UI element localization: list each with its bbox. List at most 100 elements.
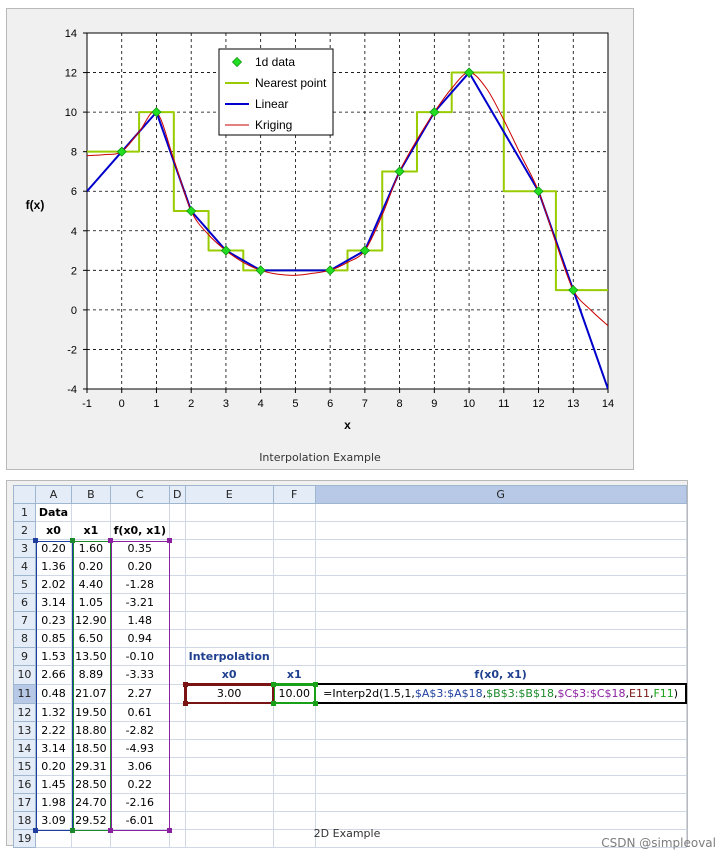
cell-B12[interactable]: 19.50 — [71, 702, 111, 722]
cell-G12[interactable] — [314, 702, 687, 722]
cell-G9[interactable] — [314, 647, 687, 666]
row-header-11[interactable]: 11 — [13, 683, 36, 704]
row-header-15[interactable]: 15 — [13, 757, 36, 776]
row-header-17[interactable]: 17 — [13, 793, 36, 812]
cell-F15[interactable] — [272, 757, 316, 776]
cell-E11[interactable]: 3.00 — [184, 683, 275, 704]
cell-A6[interactable]: 3.14 — [34, 593, 73, 612]
cell-F7[interactable] — [272, 611, 316, 630]
cell-A13[interactable]: 2.22 — [34, 721, 73, 740]
cell-D9[interactable] — [168, 647, 186, 666]
row-header-6[interactable]: 6 — [13, 593, 36, 612]
row-header-10[interactable]: 10 — [13, 665, 36, 685]
cell-B10[interactable]: 8.89 — [71, 665, 111, 685]
cell-E6[interactable] — [184, 593, 274, 612]
cell-B6[interactable]: 1.05 — [71, 593, 111, 612]
cell-E13[interactable] — [184, 721, 274, 740]
cell-F3[interactable] — [272, 539, 316, 558]
cell-G5[interactable] — [314, 575, 687, 594]
cell-C14[interactable]: -4.93 — [109, 739, 170, 758]
cell-D7[interactable] — [168, 611, 186, 630]
cell-F14[interactable] — [272, 739, 316, 758]
cell-G17[interactable] — [314, 793, 687, 812]
cell-C11[interactable]: 2.27 — [109, 683, 170, 704]
range-outline-a-handle[interactable] — [33, 827, 39, 833]
row-header-2[interactable]: 2 — [13, 521, 36, 540]
cell-C3[interactable]: 0.35 — [109, 539, 170, 558]
column-header-E[interactable]: E — [184, 485, 274, 504]
cell-F12[interactable] — [272, 702, 316, 722]
cell-G1[interactable] — [314, 503, 687, 522]
cell-A11[interactable]: 0.48 — [34, 683, 73, 704]
cell-A2[interactable]: x0 — [34, 521, 73, 540]
cell-F2[interactable] — [272, 521, 316, 540]
cell-D15[interactable] — [168, 757, 186, 776]
column-header-B[interactable]: B — [71, 485, 111, 504]
cell-F10[interactable]: x1 — [272, 665, 316, 685]
row-header-1[interactable]: 1 — [13, 503, 36, 522]
cell-C12[interactable]: 0.61 — [109, 702, 170, 722]
ref-outline-e11-handle[interactable] — [183, 701, 189, 706]
cell-A17[interactable]: 1.98 — [34, 793, 73, 812]
cell-B17[interactable]: 24.70 — [71, 793, 111, 812]
cell-F1[interactable] — [272, 503, 316, 522]
cell-C2[interactable]: f(x0, x1) — [109, 521, 170, 540]
cell-G3[interactable] — [314, 539, 687, 558]
cell-E4[interactable] — [184, 557, 274, 576]
cell-E17[interactable] — [184, 793, 274, 812]
cell-G4[interactable] — [314, 557, 687, 576]
cell-B5[interactable]: 4.40 — [71, 575, 111, 594]
range-outline-c-handle[interactable] — [108, 537, 114, 543]
cell-D13[interactable] — [168, 721, 186, 740]
cell-G11[interactable]: =Interp2d(1.5,1,$A$3:$A$18,$B$3:$B$18,$C… — [314, 683, 687, 704]
cell-D1[interactable] — [168, 503, 186, 522]
ref-outline-f11-handle[interactable] — [271, 701, 277, 706]
cell-E2[interactable] — [184, 521, 274, 540]
cell-C4[interactable]: 0.20 — [109, 557, 170, 576]
cell-A3[interactable]: 0.20 — [34, 539, 73, 558]
cell-B16[interactable]: 28.50 — [71, 775, 111, 794]
cell-G10[interactable]: f(x0, x1) — [314, 665, 687, 685]
cell-B15[interactable]: 29.31 — [71, 757, 111, 776]
range-outline-c-handle[interactable] — [167, 537, 173, 543]
cell-D16[interactable] — [168, 775, 186, 794]
ref-outline-e11-handle[interactable] — [183, 682, 189, 687]
cell-D8[interactable] — [168, 629, 186, 648]
column-header-C[interactable]: C — [109, 485, 170, 504]
cell-A1[interactable]: Data — [34, 503, 73, 522]
cell-F13[interactable] — [272, 721, 316, 740]
ref-outline-f11-handle[interactable] — [313, 682, 319, 687]
row-header-3[interactable]: 3 — [13, 539, 36, 558]
range-outline-b-handle[interactable] — [69, 537, 75, 543]
ref-outline-f11-handle[interactable] — [271, 682, 277, 687]
row-header-9[interactable]: 9 — [13, 647, 36, 666]
cell-E14[interactable] — [184, 739, 274, 758]
cell-C5[interactable]: -1.28 — [109, 575, 170, 594]
row-header-13[interactable]: 13 — [13, 721, 36, 740]
cell-G7[interactable] — [314, 611, 687, 630]
cell-B11[interactable]: 21.07 — [71, 683, 111, 704]
cell-D5[interactable] — [168, 575, 186, 594]
cell-G13[interactable] — [314, 721, 687, 740]
column-header-G[interactable]: G — [314, 485, 687, 504]
cell-F16[interactable] — [272, 775, 316, 794]
cell-E15[interactable] — [184, 757, 274, 776]
cell-C6[interactable]: -3.21 — [109, 593, 170, 612]
cell-E3[interactable] — [184, 539, 274, 558]
cell-A16[interactable]: 1.45 — [34, 775, 73, 794]
row-header-12[interactable]: 12 — [13, 702, 36, 722]
cell-A8[interactable]: 0.85 — [34, 629, 73, 648]
row-header-7[interactable]: 7 — [13, 611, 36, 630]
cell-B4[interactable]: 0.20 — [71, 557, 111, 576]
cell-C7[interactable]: 1.48 — [109, 611, 170, 630]
cell-D17[interactable] — [168, 793, 186, 812]
cell-F5[interactable] — [272, 575, 316, 594]
range-outline-c-handle[interactable] — [167, 827, 173, 833]
cell-B14[interactable]: 18.50 — [71, 739, 111, 758]
range-outline-b-handle[interactable] — [69, 827, 75, 833]
row-header-16[interactable]: 16 — [13, 775, 36, 794]
cell-B1[interactable] — [71, 503, 111, 522]
cell-E1[interactable] — [184, 503, 274, 522]
cell-C1[interactable] — [109, 503, 170, 522]
cell-E7[interactable] — [184, 611, 274, 630]
